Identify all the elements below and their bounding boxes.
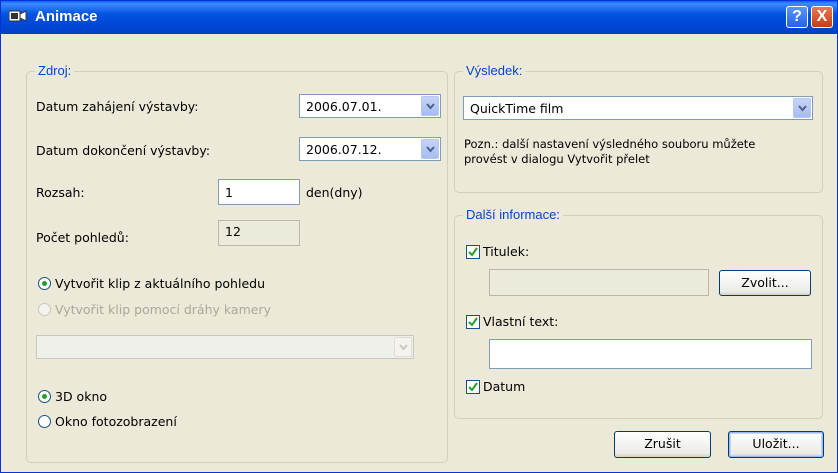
end-date-label: Datum dokončení výstavby: [36, 143, 211, 158]
camera-path-select[interactable] [36, 335, 414, 359]
app-icon [9, 10, 27, 22]
cancel-button[interactable]: Zrušit [614, 431, 711, 458]
date-label[interactable]: Datum [483, 379, 525, 394]
range-input[interactable]: 1 [218, 179, 300, 205]
radio-camera-path-label[interactable]: Vytvořit klip pomocí dráhy kamery [55, 302, 271, 317]
custom-text-input[interactable] [489, 339, 812, 369]
date-checkbox[interactable] [466, 380, 480, 394]
radio-camera-path[interactable] [38, 303, 51, 316]
views-label: Počet pohledů: [36, 230, 129, 245]
range-unit: den(dny) [306, 185, 363, 200]
window-title: Animace [35, 8, 98, 25]
animace-dialog: Animace ? X Zdroj: Datum zahájení výstav… [0, 0, 838, 473]
radio-3d-window[interactable] [38, 390, 51, 403]
result-group: Výsledek: [454, 63, 823, 193]
result-note: Pozn.: další nastavení výsledného soubor… [464, 137, 756, 166]
start-date-select[interactable]: 2006.07.01. [299, 94, 441, 118]
radio-current-view-label[interactable]: Vytvořit klip z aktuálního pohledu [55, 276, 265, 291]
result-format-select[interactable]: QuickTime film [463, 96, 813, 120]
save-button[interactable]: Uložit... [728, 431, 824, 458]
chevron-down-icon[interactable] [421, 96, 439, 116]
custom-text-checkbox[interactable] [466, 315, 480, 329]
radio-photo-window-label[interactable]: Okno fotozobrazení [55, 414, 177, 429]
radio-current-view[interactable] [38, 277, 51, 290]
views-value: 12 [225, 224, 241, 239]
end-date-select[interactable]: 2006.07.12. [299, 137, 441, 161]
close-button[interactable]: X [811, 6, 833, 28]
chevron-down-icon[interactable] [421, 139, 439, 159]
choose-button[interactable]: Zvolit... [719, 270, 811, 296]
chevron-down-icon[interactable] [793, 98, 811, 118]
range-label: Rozsah: [36, 185, 85, 200]
radio-photo-window[interactable] [38, 415, 51, 428]
start-date-value: 2006.07.01. [306, 99, 382, 114]
range-value: 1 [225, 185, 233, 200]
chevron-down-icon[interactable] [394, 337, 412, 357]
radio-3d-window-label[interactable]: 3D okno [55, 389, 107, 404]
start-date-label: Datum zahájení výstavby: [36, 99, 199, 114]
title-input [489, 269, 709, 296]
views-field: 12 [218, 220, 300, 246]
result-format-value: QuickTime film [470, 101, 564, 116]
title-checkbox[interactable] [466, 245, 480, 259]
custom-text-label[interactable]: Vlastní text: [483, 314, 558, 329]
help-button[interactable]: ? [786, 6, 808, 28]
extra-info-legend: Další informace: [463, 207, 563, 222]
result-legend: Výsledek: [463, 63, 526, 78]
title-label[interactable]: Titulek: [483, 244, 529, 259]
source-group: Zdroj: [26, 63, 448, 463]
title-bar[interactable]: Animace ? X [1, 1, 837, 34]
end-date-value: 2006.07.12. [306, 142, 382, 157]
source-legend: Zdroj: [35, 63, 75, 78]
